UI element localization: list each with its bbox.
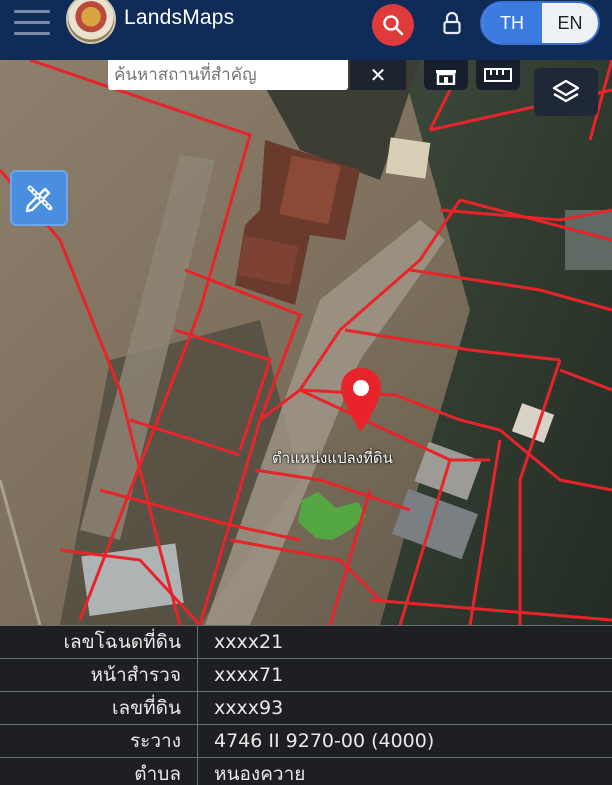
ruler-icon [484,68,512,82]
language-toggle[interactable]: TH EN [480,1,600,45]
draw-measure-button[interactable] [10,170,68,226]
info-row-deed-number: เลขโฉนดที่ดิน xxxx21 [0,625,612,659]
layers-button[interactable] [534,68,598,116]
info-row-map-sheet: ระวาง 4746 II 9270-00 (4000) [0,724,612,758]
place-search-box[interactable] [108,60,348,90]
info-value: 4746 II 9270-00 (4000) [214,730,435,752]
location-pin-icon[interactable] [338,366,384,436]
info-key: ตำบล [0,758,198,785]
measure-button[interactable] [476,60,520,90]
pin-label: ตำแหน่งแปลงที่ดิน [272,449,393,467]
search-clear-button[interactable]: ✕ [350,60,406,90]
search-icon [383,15,404,36]
lang-en-button[interactable]: EN [542,3,598,43]
close-icon: ✕ [369,63,387,87]
landsmaps-screen: LandsMaps TH EN ค้นหาสถานที่สำคัญ ✕ ตำแห… [0,0,612,785]
info-value: หนองควาย [214,763,306,785]
info-key: หน้าสำรวจ [0,659,198,692]
info-key: เลขที่ดิน [0,692,198,725]
parcel-info-panel: เลขโฉนดที่ดิน xxxx21 หน้าสำรวจ xxxx71 เล… [0,625,612,785]
lock-icon [443,11,461,35]
hamburger-menu-icon[interactable] [14,8,50,38]
lang-th-button[interactable]: TH [482,3,542,43]
app-title: LandsMaps [124,6,235,29]
info-value: xxxx93 [214,697,284,719]
info-key: เลขโฉนดที่ดิน [0,626,198,659]
map-imagery [0,60,612,625]
info-value: xxxx21 [214,631,284,653]
info-row-survey-page: หน้าสำรวจ xxxx71 [0,658,612,692]
thai-emblem-icon [66,0,116,44]
info-row-land-number: เลขที่ดิน xxxx93 [0,691,612,725]
info-key: ระวาง [0,725,198,758]
pencil-ruler-icon [25,185,53,213]
info-value: xxxx71 [214,664,284,686]
top-app-bar: LandsMaps TH EN [0,0,612,60]
home-icon [436,70,456,85]
satellite-map[interactable] [0,60,612,625]
search-button[interactable] [372,4,414,46]
lock-button[interactable] [440,8,464,38]
info-row-subdistrict: ตำบล หนองควาย [0,757,612,785]
place-search-input[interactable] [108,60,348,90]
layers-icon [552,79,580,103]
home-button[interactable] [424,60,468,90]
